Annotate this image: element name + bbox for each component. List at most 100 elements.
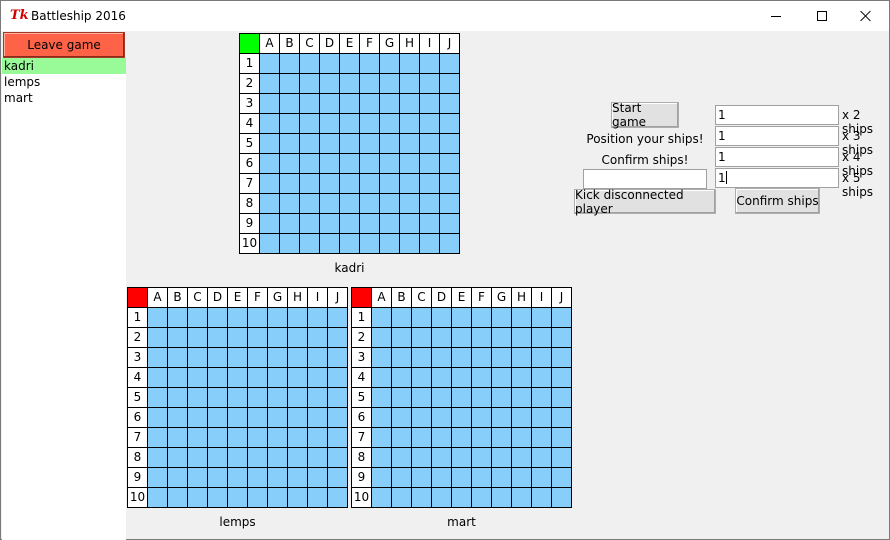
board-cell[interactable] — [208, 308, 228, 328]
board-cell[interactable] — [552, 448, 572, 468]
board-cell[interactable] — [148, 408, 168, 428]
board-cell[interactable] — [420, 54, 440, 74]
board-cell[interactable] — [400, 74, 420, 94]
ship-count-input-3[interactable]: 1 — [715, 126, 839, 146]
board-cell[interactable] — [492, 408, 512, 428]
board-cell[interactable] — [268, 448, 288, 468]
board-cell[interactable] — [552, 388, 572, 408]
board-cell[interactable] — [308, 368, 328, 388]
board-cell[interactable] — [432, 348, 452, 368]
board-cell[interactable] — [552, 428, 572, 448]
board-cell[interactable] — [412, 308, 432, 328]
confirm-ships-button[interactable]: Confirm ships — [735, 188, 820, 214]
board-cell[interactable] — [360, 214, 380, 234]
board-cell[interactable] — [280, 114, 300, 134]
board-cell[interactable] — [360, 94, 380, 114]
board-cell[interactable] — [360, 174, 380, 194]
board-cell[interactable] — [392, 448, 412, 468]
board-cell[interactable] — [372, 428, 392, 448]
board-cell[interactable] — [432, 428, 452, 448]
board-cell[interactable] — [280, 194, 300, 214]
board-cell[interactable] — [532, 408, 552, 428]
board-cell[interactable] — [340, 214, 360, 234]
board-cell[interactable] — [440, 174, 460, 194]
board-cell[interactable] — [532, 428, 552, 448]
board-cell[interactable] — [268, 388, 288, 408]
board-cell[interactable] — [168, 368, 188, 388]
close-button[interactable] — [843, 1, 889, 31]
maximize-button[interactable] — [799, 1, 845, 31]
board-cell[interactable] — [260, 94, 280, 114]
board-grid[interactable]: A B C D E F G H I J 1 2 3 4 5 6 7 8 9 10 — [351, 287, 572, 508]
board-cell[interactable] — [328, 308, 348, 328]
board-cell[interactable] — [380, 154, 400, 174]
board-cell[interactable] — [300, 214, 320, 234]
board-cell[interactable] — [380, 114, 400, 134]
board-cell[interactable] — [420, 174, 440, 194]
board-cell[interactable] — [472, 408, 492, 428]
board-cell[interactable] — [452, 368, 472, 388]
board-cell[interactable] — [380, 174, 400, 194]
board-cell[interactable] — [320, 174, 340, 194]
board-cell[interactable] — [248, 408, 268, 428]
board-cell[interactable] — [280, 94, 300, 114]
board-cell[interactable] — [552, 368, 572, 388]
board-cell[interactable] — [492, 308, 512, 328]
board-cell[interactable] — [308, 408, 328, 428]
board-cell[interactable] — [400, 174, 420, 194]
board-grid[interactable]: A B C D E F G H I J 1 2 3 4 5 6 7 8 9 10 — [239, 33, 460, 254]
board-cell[interactable] — [260, 214, 280, 234]
board-cell[interactable] — [432, 388, 452, 408]
board-cell[interactable] — [432, 328, 452, 348]
board-cell[interactable] — [452, 328, 472, 348]
board-cell[interactable] — [188, 368, 208, 388]
board-cell[interactable] — [372, 368, 392, 388]
board-cell[interactable] — [452, 308, 472, 328]
board-cell[interactable] — [420, 74, 440, 94]
minimize-button[interactable] — [753, 1, 799, 31]
board-cell[interactable] — [440, 234, 460, 254]
board-cell[interactable] — [328, 488, 348, 508]
board-cell[interactable] — [308, 348, 328, 368]
board-cell[interactable] — [420, 214, 440, 234]
board-cell[interactable] — [472, 308, 492, 328]
board-cell[interactable] — [380, 54, 400, 74]
board-cell[interactable] — [268, 428, 288, 448]
board-cell[interactable] — [300, 154, 320, 174]
board-cell[interactable] — [472, 368, 492, 388]
board-cell[interactable] — [532, 448, 552, 468]
board-cell[interactable] — [168, 308, 188, 328]
kick-player-input[interactable] — [583, 169, 707, 189]
board-cell[interactable] — [228, 388, 248, 408]
board-cell[interactable] — [392, 428, 412, 448]
board-cell[interactable] — [392, 388, 412, 408]
board-cell[interactable] — [452, 468, 472, 488]
player-item-kadri[interactable]: kadri — [2, 58, 126, 74]
board-cell[interactable] — [432, 448, 452, 468]
board-cell[interactable] — [472, 328, 492, 348]
board-cell[interactable] — [372, 348, 392, 368]
board-cell[interactable] — [260, 234, 280, 254]
board-cell[interactable] — [280, 234, 300, 254]
board-cell[interactable] — [512, 328, 532, 348]
board-cell[interactable] — [512, 408, 532, 428]
board-cell[interactable] — [300, 194, 320, 214]
board-cell[interactable] — [360, 234, 380, 254]
board-cell[interactable] — [360, 194, 380, 214]
board-cell[interactable] — [380, 134, 400, 154]
board-cell[interactable] — [168, 408, 188, 428]
board-cell[interactable] — [148, 488, 168, 508]
board-cell[interactable] — [188, 328, 208, 348]
board-cell[interactable] — [248, 348, 268, 368]
board-cell[interactable] — [412, 328, 432, 348]
board-cell[interactable] — [288, 328, 308, 348]
board-cell[interactable] — [472, 448, 492, 468]
board-cell[interactable] — [260, 174, 280, 194]
ship-count-input-5[interactable]: 1 — [715, 168, 839, 188]
board-cell[interactable] — [288, 368, 308, 388]
board-cell[interactable] — [328, 368, 348, 388]
board-cell[interactable] — [412, 408, 432, 428]
board-cell[interactable] — [188, 408, 208, 428]
board-cell[interactable] — [228, 328, 248, 348]
board-cell[interactable] — [392, 368, 412, 388]
